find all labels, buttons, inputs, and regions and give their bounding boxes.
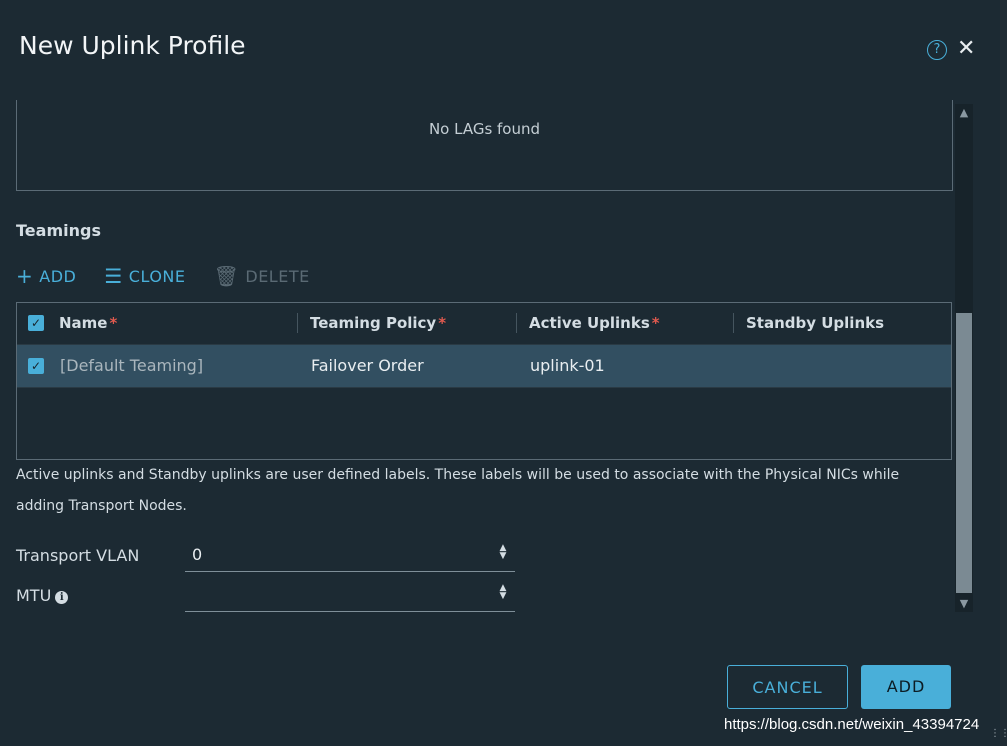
select-all-checkbox[interactable]: ✓ (28, 315, 44, 331)
resize-grip-icon[interactable]: ⋮⋮ (990, 729, 1007, 739)
teamings-section-title: Teamings (16, 221, 101, 240)
help-icon[interactable]: ? (927, 40, 947, 60)
row-name-cell: [Default Teaming] (60, 356, 204, 375)
delete-teaming-label: DELETE (245, 266, 310, 286)
clone-teaming-label: CLONE (128, 266, 186, 286)
scroll-up-icon[interactable]: ▲ (955, 106, 973, 119)
delete-teaming-button[interactable]: 🗑 DELETE (213, 266, 309, 286)
info-icon[interactable]: i (55, 591, 69, 604)
stepper-icon[interactable]: ▲ ▼ (497, 584, 509, 601)
row-policy-cell: Failover Order (311, 356, 424, 375)
mtu-field[interactable]: ▲ ▼ (185, 579, 515, 612)
add-button[interactable]: ADD (861, 665, 951, 709)
column-policy-label: Teaming Policy (310, 314, 437, 332)
mtu-label-group: MTU i (16, 586, 69, 605)
required-marker: * (651, 314, 660, 332)
clone-icon: ☰ (104, 264, 123, 288)
transport-vlan-label: Transport VLAN (16, 546, 140, 565)
scrollbar-thumb[interactable] (956, 313, 972, 593)
mtu-label: MTU (16, 586, 52, 605)
grid-header: ✓ Name * Teaming Policy * Active Uplinks * … (17, 303, 951, 343)
plus-icon: + (16, 264, 34, 288)
required-marker: * (438, 314, 447, 332)
clone-teaming-button[interactable]: ☰ CLONE (104, 266, 185, 286)
column-standby-label: Standby Uplinks (746, 314, 885, 332)
close-icon[interactable]: ✕ (957, 36, 975, 62)
required-marker: * (109, 314, 118, 332)
column-header-name[interactable]: Name * (59, 303, 117, 343)
lags-grid: No LAGs found (16, 100, 953, 191)
column-active-label: Active Uplinks (529, 314, 650, 332)
cancel-button[interactable]: CANCEL (727, 665, 848, 709)
teamings-grid: ✓ Name * Teaming Policy * Active Uplinks * … (16, 302, 952, 460)
uplinks-help-text: Active uplinks and Standby uplinks are u… (16, 467, 900, 514)
column-name-label: Name (59, 314, 108, 332)
column-header-standby-uplinks[interactable]: Standby Uplinks (746, 303, 884, 343)
dialog-title: New Uplink Profile (19, 31, 246, 60)
row-active-uplinks-cell: uplink-01 (530, 356, 605, 375)
window-edge (1000, 0, 1007, 746)
scroll-down-icon[interactable]: ▼ (955, 597, 973, 610)
watermark-text: https://blog.csdn.net/weixin_43394724 (724, 716, 980, 733)
column-separator[interactable] (297, 313, 298, 333)
column-separator[interactable] (516, 313, 517, 333)
row-checkbox[interactable]: ✓ (28, 358, 44, 374)
add-teaming-label: ADD (39, 266, 77, 286)
stepper-icon[interactable]: ▲ ▼ (497, 544, 509, 561)
column-header-teaming-policy[interactable]: Teaming Policy * (310, 303, 446, 343)
column-separator[interactable] (733, 313, 734, 333)
transport-vlan-field[interactable]: 0 ▲ ▼ (185, 539, 515, 572)
table-row[interactable]: ✓ [Default Teaming] Failover Order uplin… (17, 344, 951, 388)
column-header-active-uplinks[interactable]: Active Uplinks * (529, 303, 660, 343)
add-teaming-button[interactable]: + ADD (16, 266, 76, 286)
teamings-toolbar: + ADD ☰ CLONE 🗑 DELETE (16, 263, 338, 289)
dialog-scrollbar[interactable]: ▲ ▼ (955, 104, 973, 612)
lags-empty-message: No LAGs found (428, 120, 541, 138)
transport-vlan-value[interactable]: 0 (192, 545, 202, 564)
trash-icon: 🗑 (213, 264, 240, 288)
